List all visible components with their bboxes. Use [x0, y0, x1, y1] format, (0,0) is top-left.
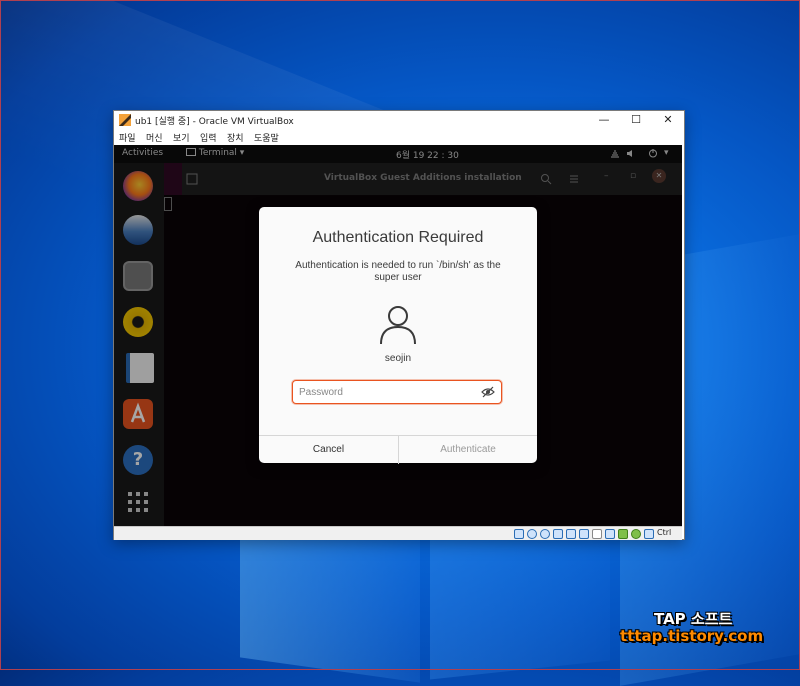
mouse-integration-status-icon[interactable] [631, 529, 641, 539]
menu-help[interactable]: 도움말 [254, 131, 279, 144]
menu-view[interactable]: 보기 [173, 131, 190, 144]
shared-folders-status-icon[interactable] [579, 529, 589, 539]
watermark-title: TAP 소프트 [654, 610, 733, 628]
dialog-title: Authentication Required [312, 229, 484, 246]
username-label: seojin [384, 353, 412, 364]
virtualbox-window: ub1 [실행 중] - Oracle VM VirtualBox — ☐ ✕ … [113, 110, 685, 540]
video-capture-status-icon[interactable] [605, 529, 615, 539]
menu-machine[interactable]: 머신 [146, 131, 163, 144]
menu-input[interactable]: 입력 [200, 131, 217, 144]
network-status-icon[interactable] [553, 529, 563, 539]
vm-display[interactable]: Activities Terminal ▾ 6월 19 22 : 30 ▾ ? [114, 145, 682, 526]
vm-status-bar: Ctrl [114, 526, 682, 540]
watermark-url: tttap.tistory.com [620, 627, 764, 645]
menu-devices[interactable]: 장치 [227, 131, 244, 144]
password-input[interactable] [299, 384, 469, 400]
authentication-dialog: Authentication Required Authentication i… [259, 207, 537, 464]
optical-drive-status-icon[interactable] [527, 529, 537, 539]
window-titlebar[interactable]: ub1 [실행 중] - Oracle VM VirtualBox — ☐ ✕ [114, 111, 684, 129]
dialog-message: Authentication is needed to run `/bin/sh… [295, 260, 501, 283]
hard-disk-status-icon[interactable] [514, 529, 524, 539]
dialog-button-row: Cancel Authenticate [259, 435, 537, 464]
minimize-button[interactable]: — [588, 111, 620, 129]
cpu-status-icon[interactable] [618, 529, 628, 539]
menu-file[interactable]: 파일 [119, 131, 136, 144]
maximize-button[interactable]: ☐ [620, 111, 652, 129]
show-password-eye-icon[interactable] [481, 385, 495, 399]
window-title: ub1 [실행 중] - Oracle VM VirtualBox [135, 117, 294, 127]
user-avatar-icon [380, 306, 416, 345]
virtualbox-app-icon [119, 114, 131, 126]
display-status-icon[interactable] [592, 529, 602, 539]
audio-status-icon[interactable] [540, 529, 550, 539]
host-key-label: Ctrl [657, 528, 672, 537]
authenticate-button[interactable]: Authenticate [399, 436, 537, 464]
close-button[interactable]: ✕ [652, 111, 684, 129]
password-field[interactable] [292, 380, 502, 404]
cancel-button[interactable]: Cancel [259, 436, 399, 464]
usb-status-icon[interactable] [566, 529, 576, 539]
keyboard-status-icon[interactable] [644, 529, 654, 539]
menu-bar: 파일 머신 보기 입력 장치 도움말 [114, 129, 684, 145]
